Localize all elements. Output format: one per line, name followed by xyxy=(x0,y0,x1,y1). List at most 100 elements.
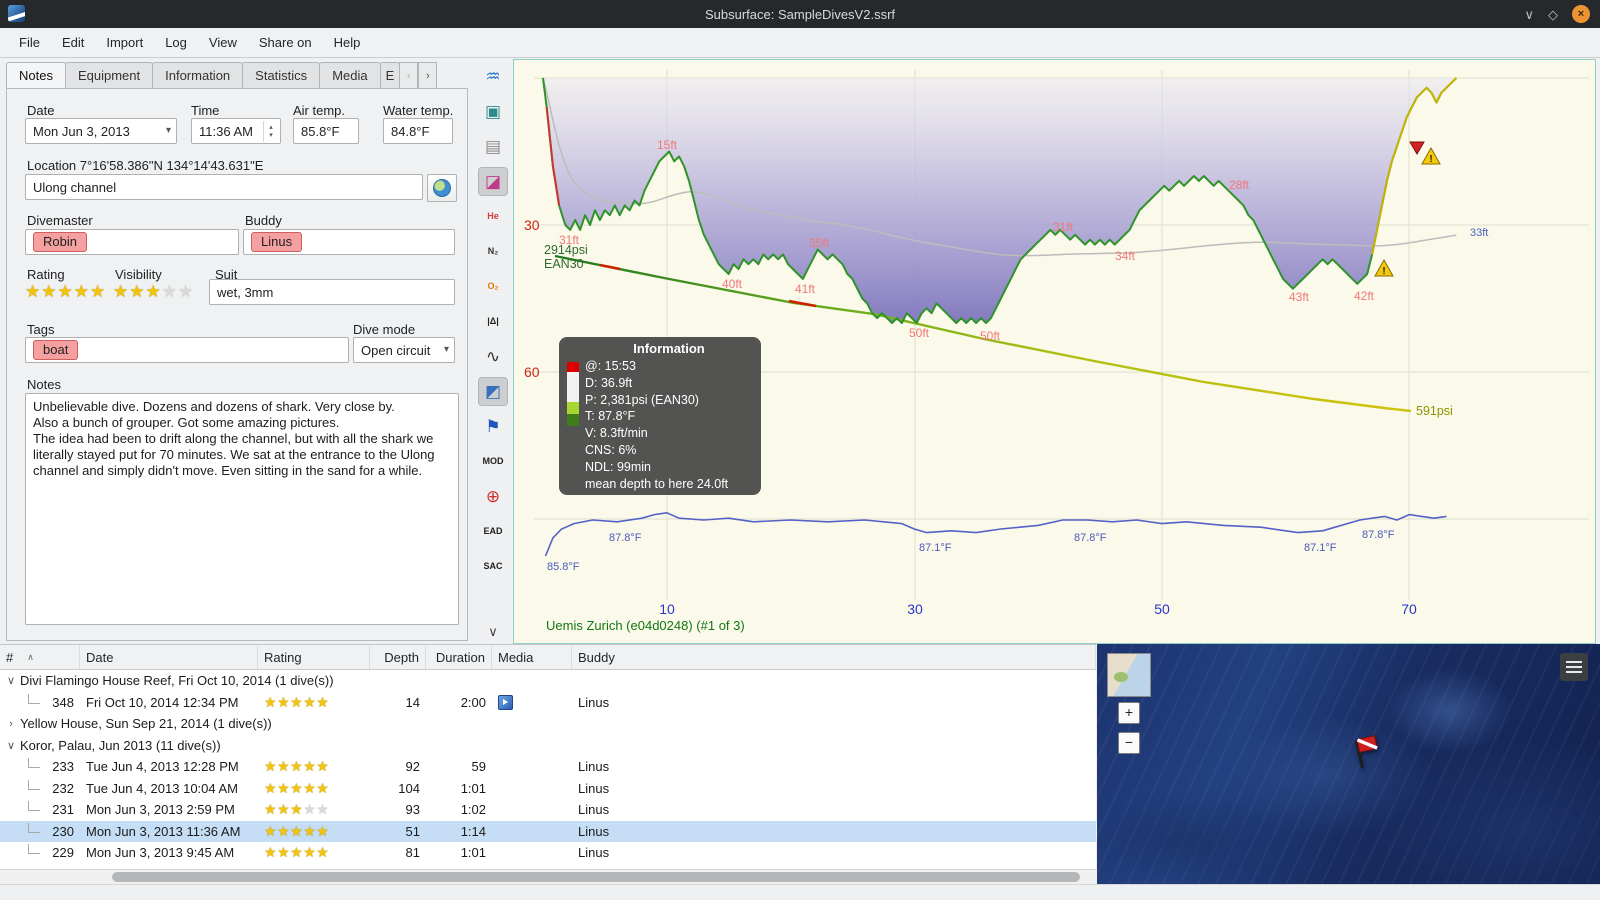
event-bookmark-icon[interactable] xyxy=(1409,141,1425,155)
media-thumbnail-icon[interactable] xyxy=(498,694,513,710)
toolbar-scroll-down-icon[interactable]: ∨ xyxy=(474,624,512,640)
column-header-date[interactable]: Date xyxy=(80,645,258,669)
trip-row[interactable]: ∨ Divi Flamingo House Reef, Fri Oct 10, 2… xyxy=(0,670,1096,692)
svg-text:591psi: 591psi xyxy=(1416,404,1453,418)
dive-row[interactable]: 230 Mon Jun 3, 2013 11:36 AM ★★★★★ 51 1:14 Li… xyxy=(0,820,1096,842)
ceiling-toggle-icon[interactable]: ◪ xyxy=(478,167,508,196)
dive-rating: ★★★★★ xyxy=(258,694,370,711)
tab-scroll-left-icon[interactable]: ‹ xyxy=(399,62,419,90)
window-bottom-strip xyxy=(0,884,1600,900)
collapse-arrow-icon[interactable]: ∨ xyxy=(4,674,18,687)
dive-row[interactable]: 229 Mon Jun 3, 2013 9:45 AM ★★★★★ 81 1:01 Lin… xyxy=(0,842,1096,864)
show-pictures-icon[interactable]: ▣ xyxy=(478,97,508,126)
water-temp-field[interactable]: 84.8°F xyxy=(383,118,453,144)
column-header-depth[interactable]: Depth xyxy=(370,645,426,669)
menu-log[interactable]: Log xyxy=(154,31,198,54)
column-header-duration[interactable]: Duration xyxy=(426,645,492,669)
dive-row[interactable]: 231 Mon Jun 3, 2013 2:59 PM ★★★★★ 93 1:02 Lin… xyxy=(0,799,1096,821)
dive-depth: 92 xyxy=(405,759,420,775)
close-icon[interactable]: × xyxy=(1572,5,1590,23)
tab-information[interactable]: Information xyxy=(152,62,244,88)
title-bar[interactable]: Subsurface: SampleDivesV2.ssrf ∨ ◇ × xyxy=(0,0,1600,28)
time-spinner[interactable]: ▴ ▾ xyxy=(263,121,278,142)
tab-equipment[interactable]: Equipment xyxy=(64,62,154,88)
dc-ceiling-toggle[interactable]: |Δ| xyxy=(478,307,508,336)
maximize-icon[interactable]: ◇ xyxy=(1548,8,1558,21)
buddy-field[interactable]: Linus xyxy=(243,229,455,255)
svg-text:2914psi: 2914psi xyxy=(544,243,588,257)
trip-row[interactable]: ∨ Koror, Palau, Jun 2013 (11 dive(s)) xyxy=(0,735,1096,757)
dive-row[interactable]: 348 Fri Oct 10, 2014 12:34 PM ★★★★★ 14 2:00 L… xyxy=(0,692,1096,714)
dive-mode-select[interactable]: Open circuit ▾ xyxy=(353,337,455,363)
tab-media[interactable]: Media xyxy=(319,62,381,88)
scrollbar-thumb[interactable] xyxy=(112,872,1080,882)
dive-row[interactable]: 232 Tue Jun 4, 2013 10:04 AM ★★★★★ 104 1:01 L… xyxy=(0,778,1096,800)
dive-row[interactable]: 233 Tue Jun 4, 2013 12:28 PM ★★★★★ 92 59 Linu… xyxy=(0,756,1096,778)
photos-toggle-icon[interactable]: ◩ xyxy=(478,377,508,406)
menu-help[interactable]: Help xyxy=(323,31,372,54)
suit-field[interactable]: wet, 3mm xyxy=(209,279,455,305)
horizontal-scrollbar[interactable] xyxy=(0,869,1096,884)
dive-rating: ★★★★★ xyxy=(258,801,370,818)
ead-icon[interactable]: EAD xyxy=(478,517,508,546)
dive-list-body: ∨ Divi Flamingo House Reef, Fri Oct 10, 2… xyxy=(0,670,1096,864)
date-select[interactable]: Mon Jun 3, 2013 ▾ xyxy=(25,118,177,144)
minimize-icon[interactable]: ∨ xyxy=(1524,8,1534,21)
map-panel[interactable]: + − xyxy=(1097,644,1600,884)
trip-label: Koror, Palau, Jun 2013 (11 dive(s)) xyxy=(20,737,221,753)
trip-row[interactable]: › Yellow House, Sun Sep 21, 2014 (1 dive(… xyxy=(0,713,1096,735)
buddy-tag[interactable]: Linus xyxy=(251,232,303,252)
svg-text:87.1°F: 87.1°F xyxy=(919,542,952,554)
heart-rate-icon[interactable]: ∿ xyxy=(478,342,508,371)
map-zoom-out-button[interactable]: − xyxy=(1118,732,1140,754)
tab-statistics[interactable]: Statistics xyxy=(242,62,321,88)
ruler-icon[interactable]: ▤ xyxy=(478,132,508,161)
dive-number: 229 xyxy=(52,845,74,861)
collapse-arrow-icon[interactable]: ∨ xyxy=(4,739,18,752)
expand-arrow-icon[interactable]: › xyxy=(4,718,18,730)
pp-helium-toggle[interactable]: He xyxy=(478,202,508,231)
menu-view[interactable]: View xyxy=(198,31,248,54)
dive-profile-panel[interactable]: 10 30 50 70 30 60 31ft 15ft 40ft 41ft 35ft 50ft 50ft… xyxy=(513,59,1596,644)
tag-pill[interactable]: boat xyxy=(33,340,79,360)
menu-import[interactable]: Import xyxy=(95,31,154,54)
time-field[interactable]: 11:36 AM ▴ ▾ xyxy=(191,118,281,144)
menu-file[interactable]: File xyxy=(8,31,51,54)
map-globe-button[interactable] xyxy=(427,174,457,202)
sac-icon[interactable]: SAC xyxy=(478,552,508,581)
dive-mode-icon[interactable]: ♒ xyxy=(478,62,508,91)
time-label: Time xyxy=(191,103,220,118)
column-header-buddy[interactable]: Buddy xyxy=(572,645,1096,669)
visibility-stars[interactable]: ★★★★★ xyxy=(113,282,194,302)
column-header-num[interactable]: # ∧ xyxy=(0,645,80,669)
menu-share-on[interactable]: Share on xyxy=(248,31,323,54)
menu-edit[interactable]: Edit xyxy=(51,31,95,54)
rating-stars[interactable]: ★★★★★ xyxy=(25,282,106,302)
tab-e[interactable]: E xyxy=(379,62,401,88)
pp-oxygen-toggle[interactable]: O₂ xyxy=(478,272,508,301)
star-icon: ★ xyxy=(316,801,330,818)
tab-notes[interactable]: Notes xyxy=(6,62,66,88)
divemaster-tag[interactable]: Robin xyxy=(33,232,87,252)
tab-scroll-right-icon[interactable]: › xyxy=(418,62,438,90)
mod-icon[interactable]: MOD xyxy=(478,447,508,476)
dive-site-flag-icon[interactable] xyxy=(1339,732,1383,776)
buddy-label: Buddy xyxy=(245,213,282,228)
air-temp-field[interactable]: 85.8°F xyxy=(293,118,359,144)
dive-buddy: Linus xyxy=(578,823,610,839)
tags-field[interactable]: boat xyxy=(25,337,349,363)
column-header-rating[interactable]: Rating xyxy=(258,645,370,669)
star-icon: ★ xyxy=(303,779,317,796)
tank-bar-icon[interactable]: ⚑ xyxy=(478,412,508,441)
ndl-icon[interactable]: ⊕ xyxy=(478,482,508,511)
map-menu-icon[interactable] xyxy=(1560,653,1588,681)
svg-text:43ft: 43ft xyxy=(1289,290,1310,304)
divemaster-field[interactable]: Robin xyxy=(25,229,239,255)
notes-textarea[interactable]: Unbelievable dive. Dozens and dozens of … xyxy=(25,393,459,625)
location-input[interactable]: Ulong channel xyxy=(25,174,423,200)
map-overview-inset[interactable] xyxy=(1107,653,1151,697)
pp-nitrogen-toggle[interactable]: N₂ xyxy=(478,237,508,266)
map-zoom-in-button[interactable]: + xyxy=(1118,702,1140,724)
tooltip-title: Information xyxy=(633,341,705,356)
column-header-media[interactable]: Media xyxy=(492,645,572,669)
